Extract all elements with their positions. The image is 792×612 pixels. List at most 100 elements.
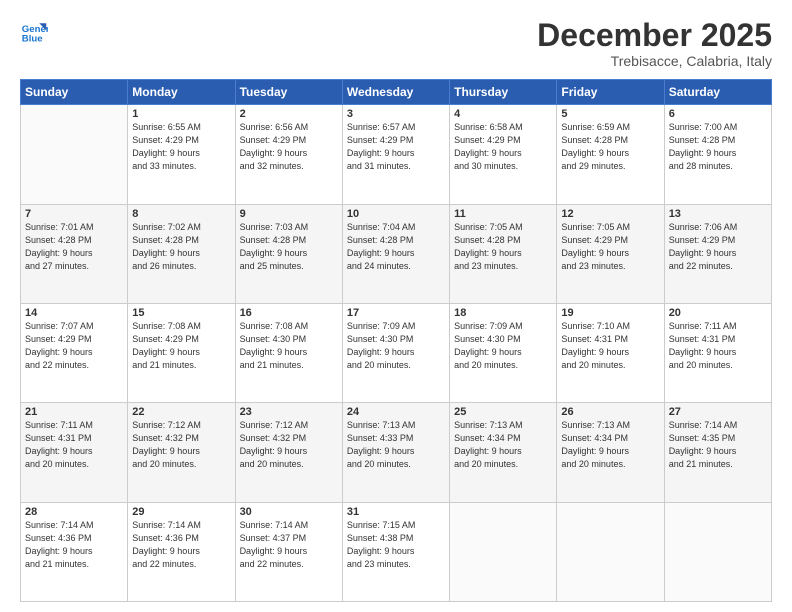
day-info: Sunrise: 7:08 AM Sunset: 4:29 PM Dayligh… [132, 320, 230, 372]
weekday-header-tuesday: Tuesday [235, 80, 342, 105]
calendar-cell: 16Sunrise: 7:08 AM Sunset: 4:30 PM Dayli… [235, 303, 342, 402]
day-number: 29 [132, 506, 230, 518]
day-number: 19 [561, 307, 659, 319]
day-number: 30 [240, 506, 338, 518]
weekday-header-thursday: Thursday [450, 80, 557, 105]
day-info: Sunrise: 7:14 AM Sunset: 4:35 PM Dayligh… [669, 419, 767, 471]
calendar-cell: 3Sunrise: 6:57 AM Sunset: 4:29 PM Daylig… [342, 105, 449, 204]
day-info: Sunrise: 7:01 AM Sunset: 4:28 PM Dayligh… [25, 221, 123, 273]
calendar-cell: 1Sunrise: 6:55 AM Sunset: 4:29 PM Daylig… [128, 105, 235, 204]
day-number: 4 [454, 108, 552, 120]
calendar-cell: 31Sunrise: 7:15 AM Sunset: 4:38 PM Dayli… [342, 502, 449, 601]
day-info: Sunrise: 7:06 AM Sunset: 4:29 PM Dayligh… [669, 221, 767, 273]
week-row-2: 7Sunrise: 7:01 AM Sunset: 4:28 PM Daylig… [21, 204, 772, 303]
calendar-cell: 26Sunrise: 7:13 AM Sunset: 4:34 PM Dayli… [557, 403, 664, 502]
calendar-cell [450, 502, 557, 601]
day-info: Sunrise: 7:10 AM Sunset: 4:31 PM Dayligh… [561, 320, 659, 372]
calendar-cell: 6Sunrise: 7:00 AM Sunset: 4:28 PM Daylig… [664, 105, 771, 204]
day-number: 7 [25, 208, 123, 220]
calendar-cell: 28Sunrise: 7:14 AM Sunset: 4:36 PM Dayli… [21, 502, 128, 601]
day-info: Sunrise: 7:00 AM Sunset: 4:28 PM Dayligh… [669, 121, 767, 173]
calendar-cell: 7Sunrise: 7:01 AM Sunset: 4:28 PM Daylig… [21, 204, 128, 303]
calendar-cell [21, 105, 128, 204]
weekday-header-monday: Monday [128, 80, 235, 105]
day-number: 23 [240, 406, 338, 418]
day-info: Sunrise: 7:05 AM Sunset: 4:29 PM Dayligh… [561, 221, 659, 273]
calendar-cell [664, 502, 771, 601]
logo: General Blue [20, 18, 48, 46]
calendar-cell: 22Sunrise: 7:12 AM Sunset: 4:32 PM Dayli… [128, 403, 235, 502]
calendar-cell: 12Sunrise: 7:05 AM Sunset: 4:29 PM Dayli… [557, 204, 664, 303]
day-number: 25 [454, 406, 552, 418]
calendar-cell: 10Sunrise: 7:04 AM Sunset: 4:28 PM Dayli… [342, 204, 449, 303]
day-info: Sunrise: 6:55 AM Sunset: 4:29 PM Dayligh… [132, 121, 230, 173]
weekday-header-friday: Friday [557, 80, 664, 105]
day-info: Sunrise: 6:56 AM Sunset: 4:29 PM Dayligh… [240, 121, 338, 173]
logo-icon: General Blue [20, 18, 48, 46]
calendar-cell: 14Sunrise: 7:07 AM Sunset: 4:29 PM Dayli… [21, 303, 128, 402]
calendar-cell: 9Sunrise: 7:03 AM Sunset: 4:28 PM Daylig… [235, 204, 342, 303]
day-info: Sunrise: 7:14 AM Sunset: 4:36 PM Dayligh… [132, 519, 230, 571]
day-info: Sunrise: 7:13 AM Sunset: 4:34 PM Dayligh… [454, 419, 552, 471]
header: General Blue December 2025 Trebisacce, C… [20, 18, 772, 69]
day-number: 11 [454, 208, 552, 220]
day-info: Sunrise: 7:15 AM Sunset: 4:38 PM Dayligh… [347, 519, 445, 571]
calendar-cell: 15Sunrise: 7:08 AM Sunset: 4:29 PM Dayli… [128, 303, 235, 402]
day-info: Sunrise: 7:03 AM Sunset: 4:28 PM Dayligh… [240, 221, 338, 273]
day-number: 31 [347, 506, 445, 518]
day-info: Sunrise: 6:57 AM Sunset: 4:29 PM Dayligh… [347, 121, 445, 173]
day-info: Sunrise: 6:59 AM Sunset: 4:28 PM Dayligh… [561, 121, 659, 173]
calendar-cell: 5Sunrise: 6:59 AM Sunset: 4:28 PM Daylig… [557, 105, 664, 204]
day-number: 3 [347, 108, 445, 120]
calendar-cell: 30Sunrise: 7:14 AM Sunset: 4:37 PM Dayli… [235, 502, 342, 601]
weekday-header-row: SundayMondayTuesdayWednesdayThursdayFrid… [21, 80, 772, 105]
calendar-cell: 25Sunrise: 7:13 AM Sunset: 4:34 PM Dayli… [450, 403, 557, 502]
calendar-cell: 17Sunrise: 7:09 AM Sunset: 4:30 PM Dayli… [342, 303, 449, 402]
week-row-5: 28Sunrise: 7:14 AM Sunset: 4:36 PM Dayli… [21, 502, 772, 601]
day-number: 13 [669, 208, 767, 220]
day-info: Sunrise: 7:12 AM Sunset: 4:32 PM Dayligh… [132, 419, 230, 471]
day-info: Sunrise: 7:14 AM Sunset: 4:37 PM Dayligh… [240, 519, 338, 571]
calendar-cell: 11Sunrise: 7:05 AM Sunset: 4:28 PM Dayli… [450, 204, 557, 303]
calendar-cell: 23Sunrise: 7:12 AM Sunset: 4:32 PM Dayli… [235, 403, 342, 502]
day-number: 22 [132, 406, 230, 418]
day-number: 8 [132, 208, 230, 220]
week-row-3: 14Sunrise: 7:07 AM Sunset: 4:29 PM Dayli… [21, 303, 772, 402]
day-number: 24 [347, 406, 445, 418]
day-info: Sunrise: 7:04 AM Sunset: 4:28 PM Dayligh… [347, 221, 445, 273]
day-number: 1 [132, 108, 230, 120]
weekday-header-wednesday: Wednesday [342, 80, 449, 105]
day-number: 17 [347, 307, 445, 319]
day-number: 21 [25, 406, 123, 418]
day-number: 6 [669, 108, 767, 120]
day-number: 9 [240, 208, 338, 220]
day-info: Sunrise: 7:13 AM Sunset: 4:34 PM Dayligh… [561, 419, 659, 471]
calendar-cell: 18Sunrise: 7:09 AM Sunset: 4:30 PM Dayli… [450, 303, 557, 402]
weekday-header-saturday: Saturday [664, 80, 771, 105]
day-number: 2 [240, 108, 338, 120]
day-number: 14 [25, 307, 123, 319]
location: Trebisacce, Calabria, Italy [537, 53, 772, 69]
calendar-cell: 19Sunrise: 7:10 AM Sunset: 4:31 PM Dayli… [557, 303, 664, 402]
day-info: Sunrise: 7:02 AM Sunset: 4:28 PM Dayligh… [132, 221, 230, 273]
svg-text:Blue: Blue [22, 34, 43, 45]
day-info: Sunrise: 7:09 AM Sunset: 4:30 PM Dayligh… [347, 320, 445, 372]
day-number: 18 [454, 307, 552, 319]
day-info: Sunrise: 7:11 AM Sunset: 4:31 PM Dayligh… [669, 320, 767, 372]
month-title: December 2025 [537, 18, 772, 53]
day-number: 28 [25, 506, 123, 518]
day-info: Sunrise: 7:05 AM Sunset: 4:28 PM Dayligh… [454, 221, 552, 273]
week-row-4: 21Sunrise: 7:11 AM Sunset: 4:31 PM Dayli… [21, 403, 772, 502]
weekday-header-sunday: Sunday [21, 80, 128, 105]
calendar-cell [557, 502, 664, 601]
calendar-cell: 27Sunrise: 7:14 AM Sunset: 4:35 PM Dayli… [664, 403, 771, 502]
day-number: 26 [561, 406, 659, 418]
calendar-cell: 8Sunrise: 7:02 AM Sunset: 4:28 PM Daylig… [128, 204, 235, 303]
title-block: December 2025 Trebisacce, Calabria, Ital… [537, 18, 772, 69]
calendar-cell: 24Sunrise: 7:13 AM Sunset: 4:33 PM Dayli… [342, 403, 449, 502]
day-info: Sunrise: 7:14 AM Sunset: 4:36 PM Dayligh… [25, 519, 123, 571]
day-number: 15 [132, 307, 230, 319]
calendar-cell: 29Sunrise: 7:14 AM Sunset: 4:36 PM Dayli… [128, 502, 235, 601]
day-info: Sunrise: 7:11 AM Sunset: 4:31 PM Dayligh… [25, 419, 123, 471]
day-info: Sunrise: 7:07 AM Sunset: 4:29 PM Dayligh… [25, 320, 123, 372]
